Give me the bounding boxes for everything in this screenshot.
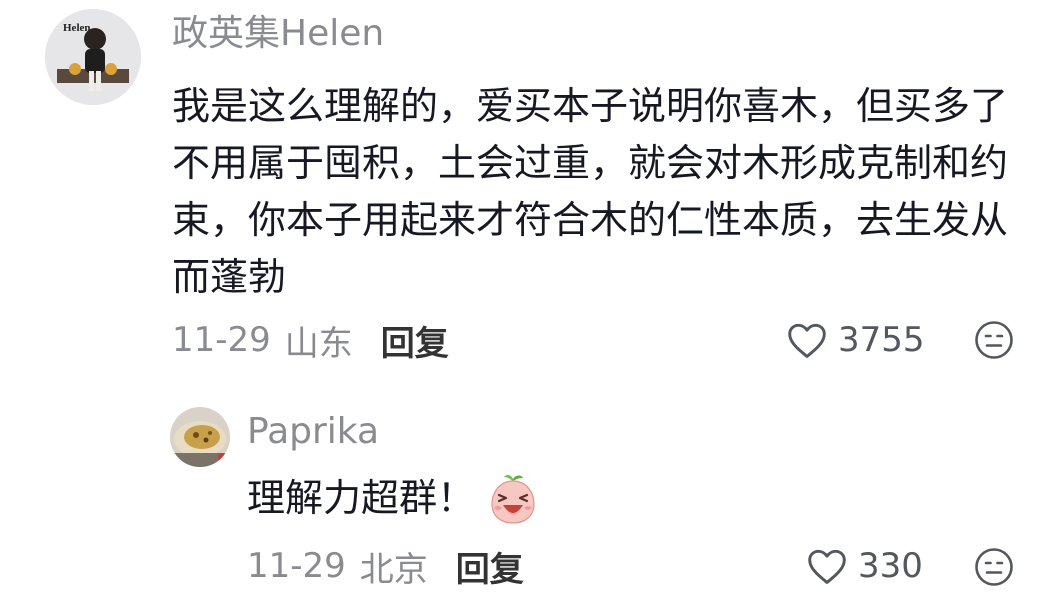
- reply-comment-item: Paprika 理解力超群！ 11-29 北京 回复 330: [0, 390, 1062, 609]
- dislike-button[interactable]: [974, 320, 1014, 360]
- comment-meta: 11-29 山东 回复: [172, 316, 449, 365]
- comment-location: 山东: [284, 323, 353, 364]
- avatar-label: Helen: [63, 22, 91, 34]
- like-button[interactable]: 3755: [786, 318, 925, 362]
- comment-username[interactable]: 政英集Helen: [172, 12, 384, 56]
- comment-username[interactable]: Paprika: [247, 410, 379, 454]
- comment-text-row: 理解力超群！: [247, 470, 537, 527]
- avatar[interactable]: Helen: [45, 9, 141, 105]
- heart-outline-icon: [788, 323, 826, 358]
- comment-location: 北京: [359, 549, 428, 590]
- like-button[interactable]: 330: [806, 544, 923, 588]
- meh-face-icon: [975, 548, 1013, 586]
- reply-button[interactable]: 回复: [456, 542, 524, 591]
- comment-date: 11-29: [172, 320, 271, 360]
- dislike-button[interactable]: [974, 547, 1014, 587]
- comment-date: 11-29: [247, 546, 346, 586]
- laughing-peach-emoji-icon: [491, 474, 535, 524]
- comment-meta: 11-29 北京 回复: [247, 542, 524, 591]
- meh-face-icon: [975, 321, 1013, 359]
- comment-item: Helen 政英集Helen 我是这么理解的，爱买本子说明你喜木，但买多了不用属…: [0, 0, 1062, 380]
- comment-text: 理解力超群！: [247, 476, 476, 520]
- like-count: 330: [858, 546, 923, 586]
- heart-outline-icon: [808, 549, 846, 584]
- comment-text: 我是这么理解的，爱买本子说明你喜木，但买多了不用属于囤积，土会过重，就会对木形成…: [172, 84, 1009, 299]
- reply-button[interactable]: 回复: [381, 316, 449, 365]
- avatar[interactable]: [170, 407, 230, 467]
- like-count: 3755: [838, 320, 925, 360]
